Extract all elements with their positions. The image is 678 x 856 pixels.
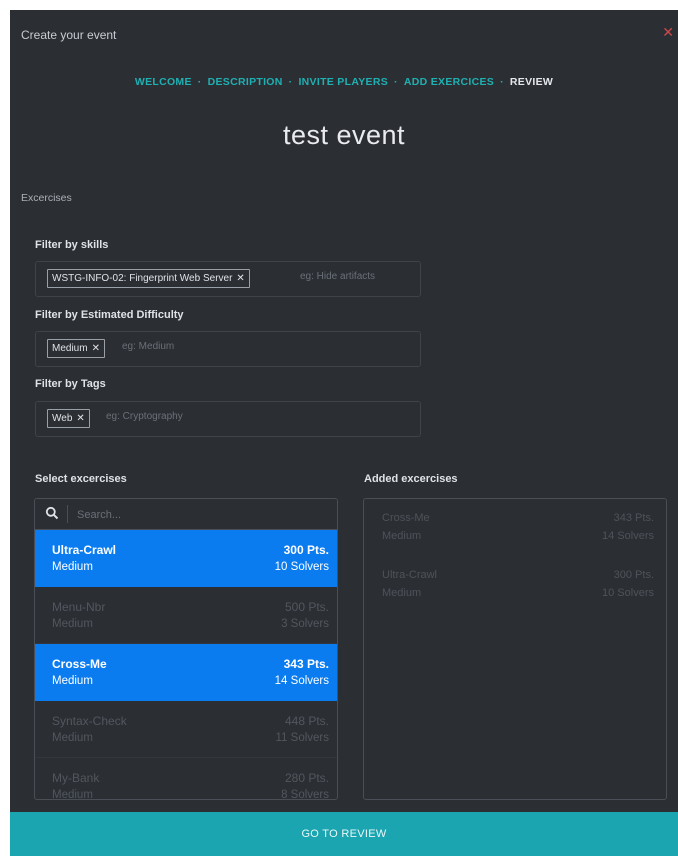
filter-difficulty-input[interactable]: Medium ✕ eg: Medium [35,331,421,367]
event-name: test event [282,120,406,150]
filter-difficulty-label: Filter by Estimated Difficulty [35,309,184,321]
exercise-points: 280 Pts. [284,771,329,785]
go-to-review-button[interactable]: GO TO REVIEW [10,812,678,856]
step-separator: · [500,76,504,88]
filter-skills-label: Filter by skills [35,239,109,251]
step-review[interactable]: REVIEW [510,76,553,88]
filter-tags-label: Filter by Tags [35,378,106,390]
close-icon[interactable]: ✕ [662,24,674,41]
exercise-name: Ultra-Crawl [52,543,117,557]
exercise-option-my-bank[interactable]: My-Bank Medium 280 Pts. 8 Solvers [35,758,337,800]
exercise-solvers: 8 Solvers [281,789,329,800]
create-event-modal: Create your event ✕ WELCOME · DESCRIPTION ·… [10,10,678,856]
section-label: Excercises [21,192,72,204]
exercise-points: 448 Pts. [284,714,329,728]
exercise-search [35,499,337,530]
remove-tag-icon[interactable]: ✕ [76,413,84,424]
stepper: WELCOME · DESCRIPTION · INVITE PLAYERS · ADD E… [10,76,678,88]
exercise-solvers: 14 Solvers [274,675,329,687]
step-add-exercices[interactable]: ADD EXERCICES [404,76,494,88]
select-exercises-label: Select excercises [35,473,127,485]
exercise-points: 300 Pts. [283,543,329,557]
added-exercises-label: Added excercises [364,473,458,485]
search-input[interactable] [75,504,319,526]
difficulty-placeholder: eg: Medium [122,341,175,352]
step-invite-players[interactable]: INVITE PLAYERS [298,76,388,88]
tags-tag: Web ✕ [47,409,90,428]
exercise-points: 500 Pts. [284,600,329,614]
remove-tag-icon[interactable]: ✕ [92,343,100,354]
filter-skills-input[interactable]: WSTG-INFO-02: Fingerprint Web Server ✕ eg… [35,261,421,297]
exercise-difficulty: Medium [382,530,422,542]
exercise-option-cross-me[interactable]: Cross-Me Medium 343 Pts. 14 Solvers [35,644,337,701]
modal-title: Create your event [21,28,117,42]
exercise-points: 343 Pts. [613,512,654,524]
exercise-name: Ultra-Crawl [382,569,437,581]
exercise-points: 300 Pts. [613,569,654,581]
search-icon [45,506,59,520]
tags-placeholder: eg: Cryptography [106,411,183,422]
step-separator: · [394,76,398,88]
step-separator: · [288,76,293,88]
exercise-name: Cross-Me [382,512,430,524]
difficulty-tag-label: Medium [52,343,88,354]
exercise-option-ultra-crawl[interactable]: Ultra-Crawl Medium 300 Pts. 10 Solvers [35,530,337,587]
step-separator: · [197,76,202,88]
search-divider [67,505,68,523]
added-exercise-item[interactable]: Ultra-Crawl Medium 300 Pts. 10 Solvers [364,556,666,613]
exercise-difficulty: Medium [52,732,93,744]
exercise-name: My-Bank [52,771,100,785]
exercise-name: Syntax-Check [52,714,127,728]
exercise-difficulty: Medium [52,675,93,687]
exercise-solvers: 14 Solvers [602,530,654,542]
remove-tag-icon[interactable]: ✕ [236,273,244,284]
modal-header: Create your event ✕ [10,10,678,62]
added-exercises-list: Cross-Me Medium 343 Pts. 14 Solvers Ultr… [363,498,667,800]
exercise-name: Menu-Nbr [52,600,106,614]
exercise-difficulty: Medium [52,561,93,573]
exercise-difficulty: Medium [52,618,93,630]
exercise-name: Cross-Me [52,657,107,671]
skills-placeholder: eg: Hide artifacts [300,271,376,282]
exercise-solvers: 10 Solvers [274,561,329,573]
difficulty-tag: Medium ✕ [47,339,105,358]
filter-tags-input[interactable]: Web ✕ eg: Cryptography [35,401,421,437]
exercise-solvers: 11 Solvers [275,732,329,744]
skill-tag-label: WSTG-INFO-02: Fingerprint Web Server [52,273,233,284]
exercise-points: 343 Pts. [283,657,329,671]
step-description[interactable]: DESCRIPTION [208,76,283,88]
step-welcome[interactable]: WELCOME [135,76,192,88]
skill-tag: WSTG-INFO-02: Fingerprint Web Server ✕ [47,269,250,288]
exercise-option-syntax-check[interactable]: Syntax-Check Medium 448 Pts. 11 Solvers [35,701,337,758]
exercise-difficulty: Medium [52,789,93,800]
exercise-option-menu-nbr[interactable]: Menu-Nbr Medium 500 Pts. 3 Solvers [35,587,337,644]
exercise-solvers: 10 Solvers [602,587,654,599]
exercise-solvers: 3 Solvers [281,618,329,630]
exercise-difficulty: Medium [382,587,422,599]
added-exercise-item[interactable]: Cross-Me Medium 343 Pts. 14 Solvers [364,499,666,556]
tags-tag-label: Web [52,413,73,424]
exercise-select-list: Ultra-Crawl Medium 300 Pts. 10 Solvers M… [34,498,338,800]
